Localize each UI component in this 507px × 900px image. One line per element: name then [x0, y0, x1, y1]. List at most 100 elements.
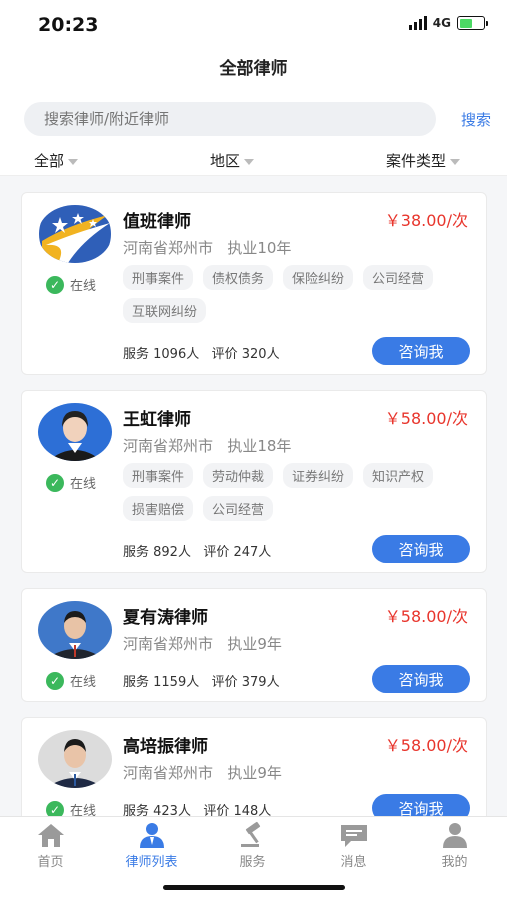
- check-icon: ✓: [46, 800, 64, 816]
- gavel-icon: [240, 821, 260, 847]
- practice-tag: 公司经营: [203, 496, 274, 521]
- rating-count: 评价 379人: [211, 675, 280, 690]
- battery-icon: [457, 16, 488, 30]
- location: 河南省郑州市: [123, 437, 214, 455]
- lawyer-card[interactable]: ✓ 在线 值班律师 ￥38.00/次 河南省郑州市 执业10年 刑事案件 债权债务…: [21, 192, 487, 375]
- online-label: 在线: [70, 279, 97, 294]
- lawyer-info: 河南省郑州市 执业10年: [123, 237, 291, 258]
- consult-button[interactable]: 咨询我: [372, 337, 470, 365]
- tab-label: 首页: [37, 855, 64, 870]
- status-time: 20:23: [38, 14, 99, 36]
- lawyer-name: 高培振律师: [123, 737, 208, 757]
- lawyer-photo-icon: [38, 601, 112, 659]
- filter-case-type[interactable]: 案件类型: [386, 150, 461, 171]
- online-status: ✓ 在线: [46, 800, 96, 816]
- user-icon: [442, 823, 467, 848]
- nav-bar: 全部律师: [0, 48, 507, 90]
- lawyer-name: 夏有涛律师: [123, 608, 208, 628]
- practice-tag: 劳动仲裁: [203, 463, 274, 488]
- practice-tag: 刑事案件: [123, 463, 194, 488]
- caret-down-icon: [450, 158, 461, 165]
- search-input[interactable]: [24, 102, 436, 136]
- tag-list: 刑事案件 劳动仲裁 证券纠纷 知识产权 损害赔偿 公司经营: [123, 463, 473, 521]
- practice-tag: 损害赔偿: [123, 496, 194, 521]
- consult-price: ￥58.00/次: [384, 607, 468, 626]
- consult-button[interactable]: 咨询我: [372, 665, 470, 693]
- experience: 执业18年: [227, 437, 292, 455]
- network-type: 4G: [432, 16, 451, 30]
- tag-list: 刑事案件 债权债务 保险纠纷 公司经营 互联网纠纷: [123, 265, 473, 323]
- experience: 执业10年: [227, 239, 292, 257]
- consult-price: ￥58.00/次: [384, 409, 468, 428]
- lawyer-card[interactable]: ✓ 在线 高培振律师 ￥58.00/次 河南省郑州市 执业9年 服务 423人 评…: [21, 717, 487, 816]
- online-label: 在线: [70, 477, 97, 492]
- tab-label: 律师列表: [125, 855, 178, 870]
- check-icon: ✓: [46, 671, 64, 690]
- lawyer-icon: [139, 823, 164, 848]
- avatar: [38, 403, 112, 461]
- tab-label: 服务: [239, 855, 266, 870]
- check-icon: ✓: [46, 275, 64, 294]
- practice-tag: 刑事案件: [123, 265, 194, 290]
- filter-label: 全部: [34, 152, 65, 170]
- lawyer-name: 值班律师: [123, 212, 191, 232]
- lawyer-info: 河南省郑州市 执业9年: [123, 633, 282, 654]
- location: 河南省郑州市: [123, 764, 214, 782]
- filter-label: 地区: [210, 152, 241, 170]
- avatar: [38, 730, 112, 788]
- home-indicator: [163, 885, 345, 890]
- search-button[interactable]: 搜索: [461, 109, 491, 130]
- served-count: 服务 1159人: [123, 675, 200, 690]
- rating-count: 评价 148人: [203, 804, 272, 816]
- lawyer-name: 王虹律师: [123, 410, 191, 430]
- status-bar: 20:23 4G: [0, 0, 507, 48]
- lawyer-stats: 服务 423人 评价 148人: [123, 800, 271, 816]
- check-icon: ✓: [46, 473, 64, 492]
- online-status: ✓ 在线: [46, 275, 96, 294]
- caret-down-icon: [68, 158, 79, 165]
- lawyer-info: 河南省郑州市 执业18年: [123, 435, 291, 456]
- experience: 执业9年: [227, 764, 282, 782]
- served-count: 服务 892人: [123, 545, 191, 560]
- consult-button[interactable]: 咨询我: [372, 794, 470, 816]
- served-count: 服务 423人: [123, 804, 191, 816]
- lawyer-stats: 服务 892人 评价 247人: [123, 541, 271, 560]
- tab-home[interactable]: 首页: [0, 821, 101, 870]
- avatar: [38, 601, 112, 659]
- consult-price: ￥58.00/次: [384, 736, 468, 755]
- page-title: 全部律师: [219, 59, 288, 79]
- filter-region[interactable]: 地区: [210, 150, 255, 171]
- filter-all[interactable]: 全部: [34, 150, 79, 171]
- tab-lawyer-list[interactable]: 律师列表: [101, 821, 202, 870]
- consult-price: ￥38.00/次: [384, 211, 468, 230]
- tab-label: 我的: [441, 855, 468, 870]
- message-icon: [340, 825, 367, 847]
- lawyer-card[interactable]: ✓ 在线 夏有涛律师 ￥58.00/次 河南省郑州市 执业9年 服务 1159人 …: [21, 588, 487, 702]
- filter-bar: 全部 地区 案件类型: [0, 146, 507, 176]
- lawyer-card[interactable]: ✓ 在线 王虹律师 ￥58.00/次 河南省郑州市 执业18年 刑事案件 劳动仲裁…: [21, 390, 487, 573]
- home-icon: [37, 824, 64, 847]
- online-label: 在线: [70, 804, 97, 816]
- search-bar: 搜索: [0, 90, 507, 146]
- lawyer-info: 河南省郑州市 执业9年: [123, 762, 282, 783]
- tab-label: 消息: [340, 855, 367, 870]
- served-count: 服务 1096人: [123, 347, 200, 362]
- lawyer-stats: 服务 1096人 评价 320人: [123, 343, 280, 362]
- consult-button[interactable]: 咨询我: [372, 535, 470, 563]
- tab-messages[interactable]: 消息: [303, 821, 404, 870]
- practice-tag: 保险纠纷: [283, 265, 354, 290]
- online-label: 在线: [70, 675, 97, 690]
- location: 河南省郑州市: [123, 239, 214, 257]
- tab-profile[interactable]: 我的: [404, 821, 505, 870]
- lawyer-photo-icon: [38, 730, 112, 788]
- practice-tag: 互联网纠纷: [123, 298, 207, 323]
- online-status: ✓ 在线: [46, 671, 96, 690]
- experience: 执业9年: [227, 635, 282, 653]
- lawyer-stats: 服务 1159人 评价 379人: [123, 671, 280, 690]
- tab-service[interactable]: 服务: [202, 821, 303, 870]
- lawyer-photo-icon: [38, 403, 112, 461]
- rating-count: 评价 247人: [203, 545, 272, 560]
- signal-icon: [408, 16, 427, 30]
- avatar: [38, 205, 112, 263]
- location: 河南省郑州市: [123, 635, 214, 653]
